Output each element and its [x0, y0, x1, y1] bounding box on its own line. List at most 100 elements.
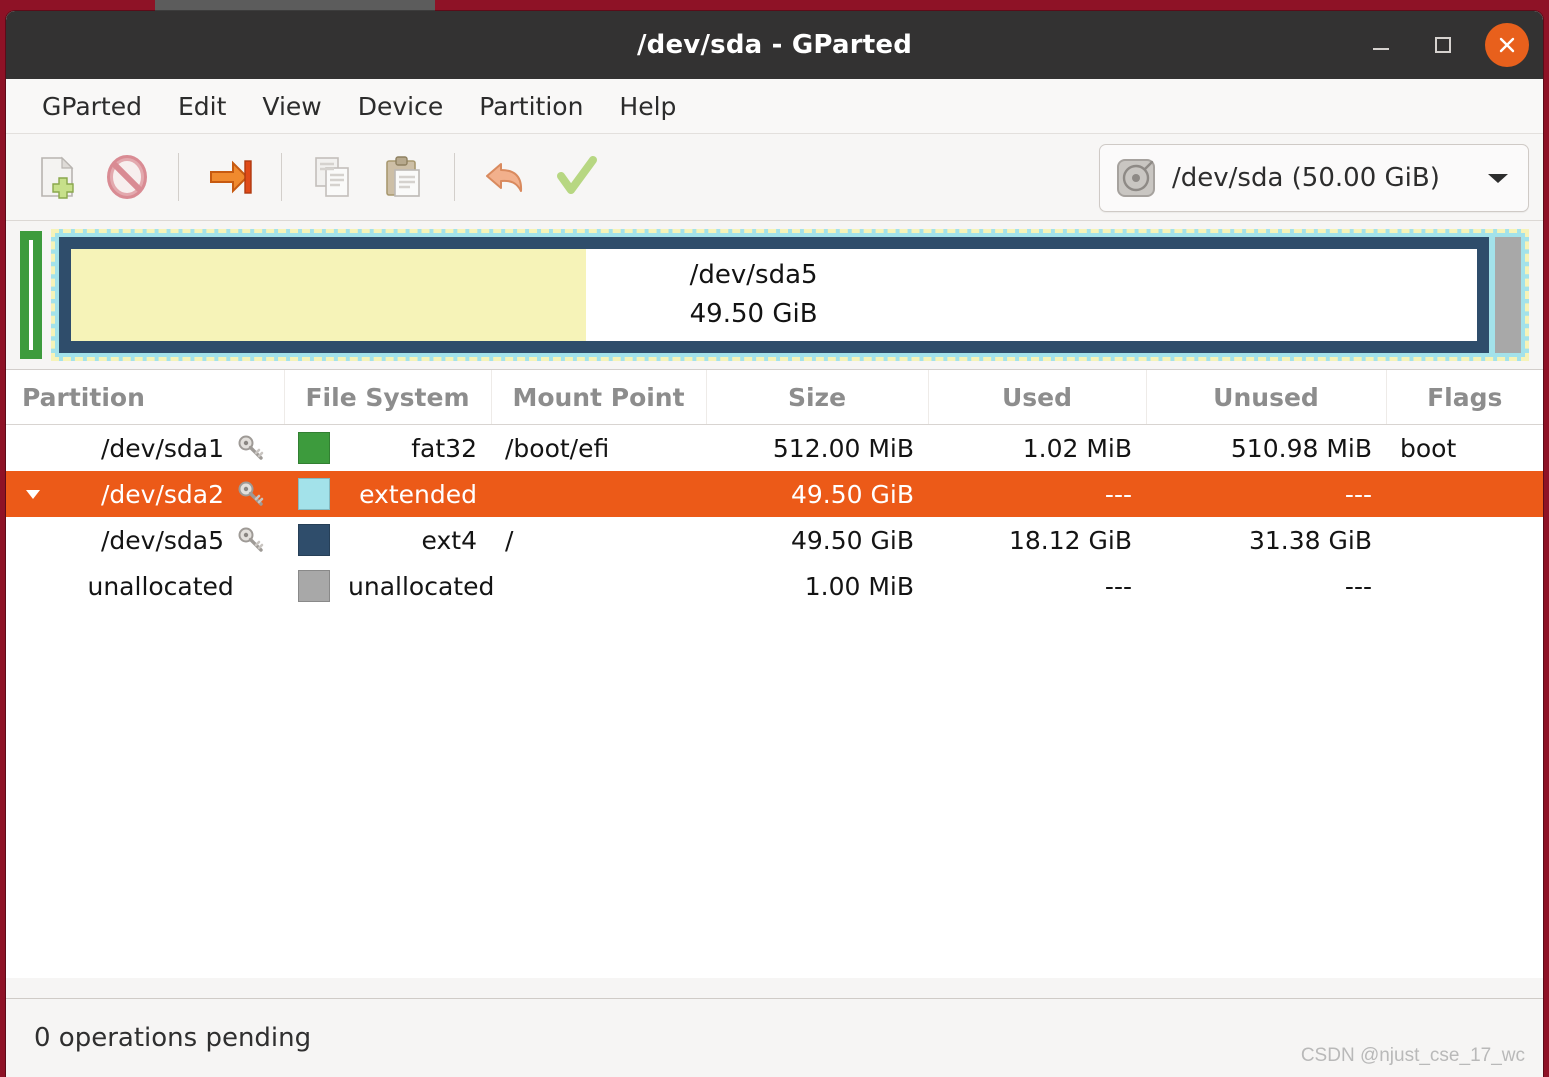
- column-header-flags[interactable]: Flags: [1386, 370, 1543, 425]
- filesystem-name: fat32: [411, 433, 477, 463]
- column-header-unused[interactable]: Unused: [1146, 370, 1387, 425]
- filesystem-name: ext4: [421, 525, 477, 555]
- cell-size: 1.00 MiB: [804, 571, 914, 601]
- cell-flags: [1386, 563, 1543, 609]
- key-icon-wrapper: [236, 525, 266, 555]
- partition-name: /dev/sda5: [100, 525, 224, 555]
- new-partition-icon: [41, 156, 74, 199]
- key-icon: [238, 435, 264, 460]
- disk-graphic-partition-unallocated[interactable]: [1495, 237, 1521, 353]
- copy-icon: [315, 157, 349, 197]
- cell-mount-point: [491, 471, 706, 517]
- disk-graphic: /dev/sda5 49.50 GiB: [6, 221, 1543, 369]
- toolbar-separator: [454, 153, 455, 201]
- filesystem-name: extended: [359, 479, 477, 509]
- cell-unused: ---: [1344, 571, 1372, 601]
- column-header-size[interactable]: Size: [706, 370, 929, 425]
- undo-button[interactable]: [471, 142, 541, 212]
- key-icon: [238, 481, 264, 506]
- cell-mount-point: /: [505, 525, 514, 555]
- disk-graphic-partition-sda5[interactable]: /dev/sda5 49.50 GiB: [59, 237, 1489, 353]
- cell-used: 1.02 MiB: [1022, 433, 1132, 463]
- disk-graphic-sda5-size: 49.50 GiB: [689, 299, 818, 329]
- cell-partition: /dev/sda1: [6, 425, 284, 472]
- filesystem-color-swatch: [298, 432, 330, 464]
- row-expander[interactable]: [20, 483, 46, 505]
- paste-button[interactable]: [368, 142, 438, 212]
- device-selector[interactable]: /dev/sda (50.00 GiB): [1099, 144, 1529, 212]
- copy-button[interactable]: [298, 142, 368, 212]
- window-controls: [1361, 11, 1529, 79]
- partition-name: /dev/sda1: [100, 433, 224, 463]
- filesystem-color-swatch: [298, 524, 330, 556]
- cell-flags: boot: [1400, 433, 1457, 463]
- triangle-down-icon: [26, 490, 40, 499]
- table-row[interactable]: /dev/sda1 fat32/boot/efi 512.00 MiB 1.02 Mi…: [6, 425, 1543, 472]
- cell-mount-point: [491, 563, 706, 609]
- cell-unused: ---: [1146, 471, 1386, 517]
- undo-icon: [486, 163, 523, 192]
- menu-item-gparted[interactable]: GParted: [24, 88, 160, 125]
- table-row[interactable]: /dev/sda5 ext4 / 49.50 GiB 18.12 GiB 31.38 Gi…: [6, 517, 1543, 563]
- watermark-text: CSDN @njust_cse_17_wc: [1300, 1045, 1525, 1066]
- apply-checkmark-icon: [557, 156, 597, 194]
- toolbar-separator: [281, 153, 282, 201]
- cell-used: ---: [1104, 571, 1132, 601]
- partition-name: unallocated: [87, 571, 234, 601]
- disk-graphic-partition-sda1[interactable]: [20, 231, 42, 359]
- menu-item-view[interactable]: View: [244, 88, 339, 125]
- menu-item-device[interactable]: Device: [340, 88, 462, 125]
- disk-graphic-sda5-label: /dev/sda5 49.50 GiB: [690, 256, 818, 334]
- resize-move-button[interactable]: [195, 142, 265, 212]
- key-icon: [238, 527, 264, 552]
- filesystem-color-swatch: [298, 478, 330, 510]
- toolbar: /dev/sda (50.00 GiB): [6, 134, 1543, 221]
- cell-flags: [1386, 471, 1543, 517]
- disk-graphic-sda5-name: /dev/sda5: [689, 260, 818, 290]
- cell-size: 49.50 GiB: [706, 471, 928, 517]
- delete-partition-icon: [107, 155, 147, 199]
- cell-unused: 31.38 GiB: [1249, 525, 1372, 555]
- column-header-used[interactable]: Used: [928, 370, 1147, 425]
- table-row[interactable]: /dev/sda2 extended 49.50 GiB --- ---: [6, 471, 1543, 517]
- chevron-down-icon: [1488, 174, 1508, 183]
- menubar: GParted Edit View Device Partition Help: [6, 79, 1543, 134]
- close-icon: [1499, 37, 1515, 53]
- pending-operations-status: 0 operations pending: [34, 1023, 312, 1053]
- menu-item-partition[interactable]: Partition: [461, 88, 601, 125]
- apply-button[interactable]: [541, 142, 611, 212]
- harddisk-icon: [1117, 159, 1155, 197]
- cell-partition: /dev/sda5: [6, 517, 284, 563]
- resize-move-icon: [210, 160, 252, 194]
- desktop-top-strip: [155, 0, 435, 11]
- menu-item-edit[interactable]: Edit: [160, 88, 244, 125]
- device-selector-label: /dev/sda (50.00 GiB): [1172, 163, 1440, 193]
- menu-item-help[interactable]: Help: [601, 88, 694, 125]
- paste-icon: [386, 156, 420, 197]
- window-titlebar[interactable]: /dev/sda - GParted: [6, 11, 1543, 79]
- new-partition-button[interactable]: [22, 142, 92, 212]
- cell-partition: unallocated: [6, 563, 284, 609]
- table-row[interactable]: unallocated unallocated 1.00 MiB --- ---: [6, 563, 1543, 609]
- partition-name: /dev/sda2: [100, 479, 224, 509]
- cell-size: 49.50 GiB: [791, 525, 914, 555]
- cell-flags: [1386, 517, 1543, 563]
- cell-mount-point: /boot/efi: [505, 433, 610, 463]
- disk-graphic-sda5-used-region: [71, 249, 586, 341]
- partition-table: Partition File System Mount Point Size U…: [6, 370, 1543, 609]
- disk-graphic-partition-sda2-extended[interactable]: /dev/sda5 49.50 GiB: [51, 229, 1529, 361]
- column-header-file-system[interactable]: File System: [284, 370, 492, 425]
- close-button[interactable]: [1485, 23, 1529, 67]
- column-header-mount-point[interactable]: Mount Point: [491, 370, 707, 425]
- minimize-button[interactable]: [1361, 25, 1401, 65]
- statusbar: 0 operations pending CSDN @njust_cse_17_…: [6, 998, 1543, 1077]
- cell-used: ---: [928, 471, 1146, 517]
- column-header-partition[interactable]: Partition: [6, 370, 285, 425]
- toolbar-separator: [178, 153, 179, 201]
- cell-file-system: unallocated: [284, 563, 494, 609]
- maximize-button[interactable]: [1423, 25, 1463, 65]
- delete-partition-button[interactable]: [92, 142, 162, 212]
- cell-file-system: fat32: [284, 425, 491, 472]
- key-icon-wrapper: [236, 479, 266, 509]
- window-title: /dev/sda - GParted: [636, 30, 913, 60]
